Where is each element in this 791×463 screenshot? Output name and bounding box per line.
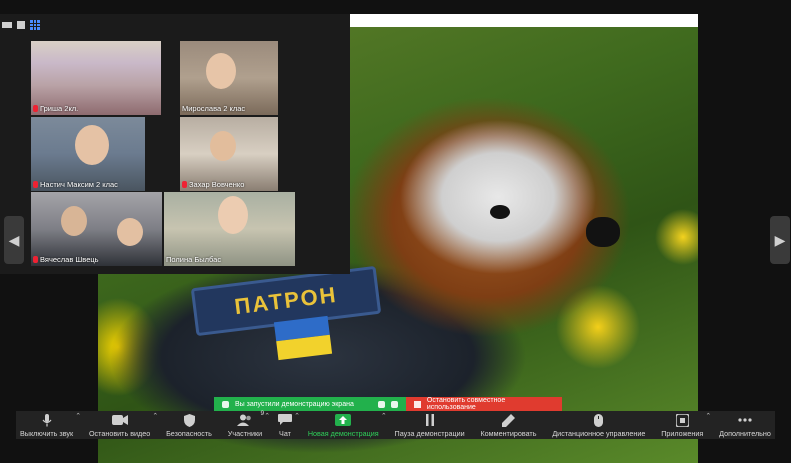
participant-name: Настич Максим 2 клас — [33, 180, 118, 189]
ukraine-flag-patch — [273, 315, 333, 361]
meeting-window: ПАТРОН Гриша 2кл. Мирослава 2 клас Насти… — [0, 0, 791, 463]
participant-name: Гриша 2кл. — [33, 104, 78, 113]
mic-muted-icon — [182, 181, 187, 188]
microphone-icon — [42, 413, 52, 426]
chevron-up-icon[interactable]: ⌃ — [264, 412, 270, 420]
chat-bubble-icon — [278, 414, 292, 425]
video-camera-icon — [111, 415, 128, 425]
strip-view-icon[interactable] — [17, 21, 25, 29]
share-screen-icon — [335, 414, 352, 426]
next-page-button[interactable]: ▶ — [770, 216, 790, 264]
participant-tile[interactable]: Захар Вовченко — [180, 117, 278, 191]
people-icon — [236, 414, 251, 426]
more-button[interactable]: Дополнительно — [719, 410, 771, 439]
participant-gallery: Гриша 2кл. Мирослава 2 клас Настич Макси… — [0, 14, 350, 274]
security-button[interactable]: Безопасность — [166, 410, 212, 439]
chevron-up-icon[interactable]: ⌃ — [705, 412, 711, 420]
pause-share-button[interactable]: Пауза демонстрации — [395, 410, 465, 439]
participant-tile[interactable]: Вячеслав Швець — [31, 192, 162, 266]
participant-tile[interactable]: Гриша 2кл. — [31, 41, 161, 115]
chevron-up-icon[interactable]: ⌃ — [75, 412, 81, 420]
pause-icon — [425, 414, 434, 426]
remote-control-button[interactable]: Дистанционное управление — [552, 410, 645, 439]
dog-nose — [586, 217, 620, 247]
chat-button[interactable]: Чат ⌃ — [278, 410, 300, 439]
stop-sharing-button[interactable]: Остановить совместное использование — [406, 397, 562, 411]
shield-icon — [183, 413, 195, 427]
participant-face — [218, 196, 248, 234]
mic-muted-icon — [33, 105, 38, 112]
participant-face — [206, 53, 236, 89]
chevron-up-icon[interactable]: ⌃ — [152, 412, 158, 420]
sharing-status-bar: Вы запустили демонстрацию экрана — [214, 397, 406, 411]
participant-tile[interactable]: Полина Былбас — [164, 192, 295, 266]
participant-name: Захар Вовченко — [182, 180, 244, 189]
dog-eye — [490, 205, 510, 219]
mute-button[interactable]: Выключить звук ⌃ — [20, 410, 81, 439]
stop-icon — [414, 400, 421, 408]
shield-icon — [391, 400, 398, 408]
participant-tile[interactable]: Мирослава 2 клас — [180, 41, 278, 115]
participant-tile[interactable]: Настич Максим 2 клас — [31, 117, 145, 191]
sharing-status-text: Вы запустили демонстрацию экрана — [235, 400, 354, 408]
participant-face — [117, 218, 143, 246]
minimize-icon[interactable] — [2, 22, 12, 28]
new-share-button[interactable]: Новая демонстрация ⌃ — [308, 410, 387, 439]
stop-sharing-label: Остановить совместное использование — [426, 397, 506, 411]
apps-icon — [675, 413, 689, 427]
chevron-up-icon[interactable]: ⌃ — [294, 412, 300, 420]
mouse-icon — [594, 413, 604, 427]
chevron-up-icon[interactable]: ⌃ — [381, 412, 387, 420]
participants-button[interactable]: 9 Участники ⌃ — [228, 410, 270, 439]
participant-name: Вячеслав Швець — [33, 255, 99, 264]
meeting-toolbar: Выключить звук ⌃ Остановить видео ⌃ Безопа… — [16, 410, 775, 439]
view-controls — [2, 20, 40, 30]
participant-face — [75, 125, 109, 165]
participant-face — [210, 131, 236, 161]
pencil-icon — [501, 413, 515, 427]
annotate-button[interactable]: Комментировать — [481, 410, 536, 439]
stop-video-button[interactable]: Остановить видео ⌃ — [89, 410, 158, 439]
participant-face — [61, 206, 87, 236]
sharing-banner: Вы запустили демонстрацию экрана Останов… — [214, 397, 562, 411]
participant-name: Мирослава 2 клас — [182, 104, 246, 113]
mic-muted-icon — [33, 181, 38, 188]
mic-muted-icon — [33, 256, 38, 263]
more-dots-icon — [738, 418, 752, 422]
phone-icon — [222, 400, 229, 408]
apps-button[interactable]: Приложения ⌃ — [661, 410, 711, 439]
prev-page-button[interactable]: ◀ — [4, 216, 24, 264]
participant-name: Полина Былбас — [166, 255, 222, 264]
gallery-view-icon[interactable] — [30, 20, 40, 30]
audio-icon — [378, 400, 385, 408]
